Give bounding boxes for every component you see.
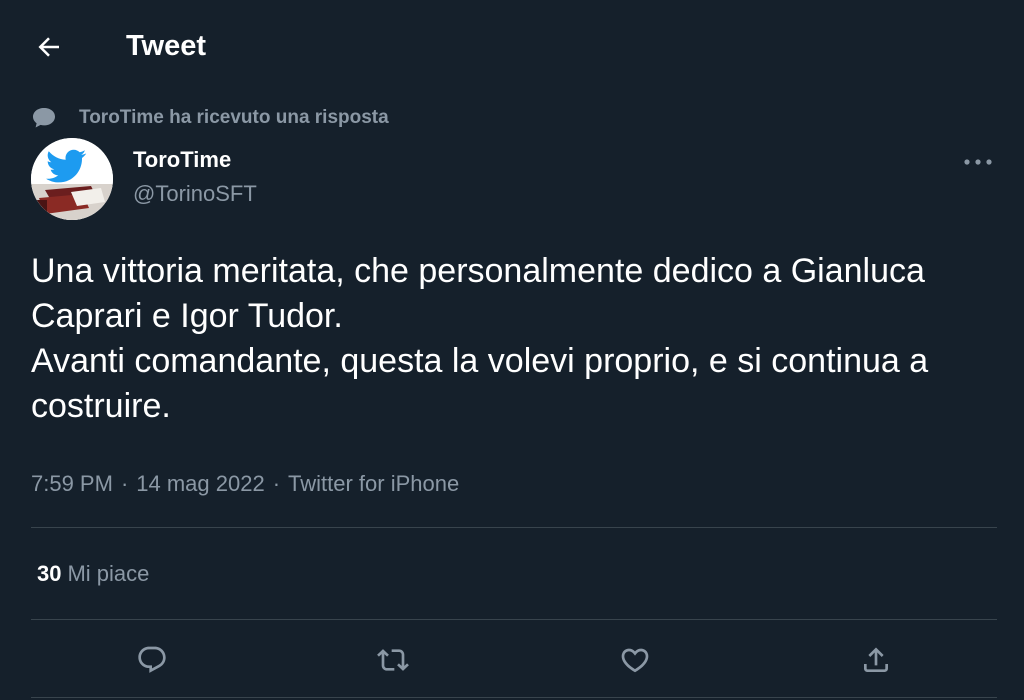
likes-label: Mi piace (67, 561, 150, 586)
page-title: Tweet (126, 30, 207, 62)
author-handle[interactable]: @TorinoSFT (133, 180, 257, 208)
tweet-date[interactable]: 14 mag 2022 (136, 471, 264, 496)
retweet-icon (377, 649, 409, 671)
divider (31, 619, 997, 620)
meta-separator: · (120, 471, 129, 496)
tweet-paragraph: Una vittoria meritata, che personalmente… (31, 252, 925, 335)
reply-button[interactable] (128, 636, 176, 684)
social-context: ToroTime ha ricevuto una risposta (31, 105, 389, 131)
likes-stat[interactable]: 30 Mi piace (37, 559, 149, 589)
action-bar (0, 636, 1024, 684)
avatar[interactable] (31, 138, 113, 220)
more-dots-icon (964, 159, 992, 165)
arrow-left-icon (38, 37, 59, 57)
top-bar: Tweet (0, 0, 1024, 92)
back-button[interactable] (30, 30, 68, 64)
social-context-text: ToroTime ha ricevuto una risposta (79, 107, 389, 128)
heart-icon (621, 648, 649, 673)
retweet-button[interactable] (369, 636, 417, 684)
share-icon (864, 647, 888, 672)
speech-bubble-icon (31, 105, 57, 131)
like-button[interactable] (611, 636, 659, 684)
tweet-detail-page: Tweet ToroTime ha ricevuto una risposta … (0, 0, 1024, 700)
reply-icon (138, 646, 166, 673)
tweet-paragraph: Avanti comandante, questa la volevi prop… (31, 342, 929, 425)
tweet-metadata: 7:59 PM · 14 mag 2022 · Twitter for iPhone (31, 469, 459, 499)
meta-separator: · (272, 471, 281, 496)
more-options-button[interactable] (958, 150, 998, 174)
tweet-source[interactable]: Twitter for iPhone (288, 471, 459, 496)
tweet-time[interactable]: 7:59 PM (31, 471, 113, 496)
tweet-text: Una vittoria meritata, che personalmente… (31, 249, 991, 429)
likes-count: 30 (37, 561, 62, 586)
author-display-name[interactable]: ToroTime (133, 146, 231, 174)
divider (31, 527, 997, 528)
divider (31, 697, 997, 698)
share-button[interactable] (852, 636, 900, 684)
